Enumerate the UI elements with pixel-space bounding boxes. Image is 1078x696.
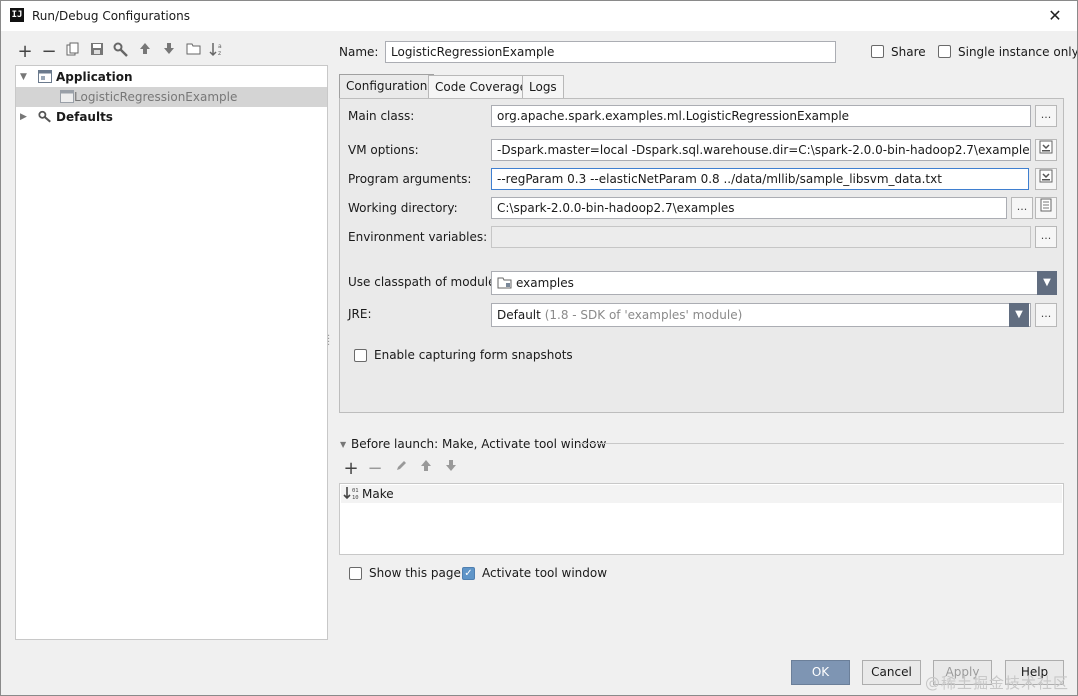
tree-label-defaults: Defaults: [56, 110, 113, 124]
configurations-tree[interactable]: ▼ Application LogisticRegressionExample …: [15, 65, 328, 640]
environment-variables-label: Environment variables:: [348, 230, 488, 244]
jre-value: Default: [497, 308, 541, 322]
snapshots-checkbox[interactable]: [354, 349, 367, 362]
vm-options-label: VM options:: [348, 143, 419, 157]
before-launch-move-up-icon[interactable]: [416, 459, 436, 479]
classpath-module-value: examples: [516, 276, 574, 290]
window-title: Run/Debug Configurations: [32, 9, 190, 23]
move-down-icon[interactable]: [159, 42, 179, 62]
program-arguments-label: Program arguments:: [348, 172, 472, 186]
jre-label: JRE:: [348, 307, 372, 321]
working-directory-browse-button[interactable]: ...: [1011, 197, 1033, 219]
working-directory-label: Working directory:: [348, 201, 458, 215]
program-arguments-field[interactable]: --regParam 0.3 --elasticNetParam 0.8 ../…: [491, 168, 1029, 190]
environment-variables-field[interactable]: [491, 226, 1031, 248]
tab-code-coverage[interactable]: Code Coverage: [428, 75, 535, 98]
share-checkbox[interactable]: [871, 45, 884, 58]
application-icon: [38, 70, 52, 83]
jre-select[interactable]: Default (1.8 - SDK of 'examples' module): [491, 303, 1031, 327]
jre-hint: (1.8 - SDK of 'examples' module): [544, 308, 743, 322]
classpath-module-select[interactable]: examples: [491, 271, 1057, 295]
expanded-arrow-icon[interactable]: ▼: [20, 67, 27, 87]
environment-variables-browse-button[interactable]: ...: [1035, 226, 1057, 248]
copy-icon[interactable]: [63, 42, 83, 62]
svg-text:z: z: [218, 50, 221, 57]
sort-icon[interactable]: az: [207, 42, 227, 62]
main-class-label: Main class:: [348, 109, 415, 123]
main-class-browse-button[interactable]: ...: [1035, 105, 1057, 127]
before-launch-edit-icon[interactable]: [391, 459, 411, 479]
tree-node-defaults[interactable]: ▶ Defaults: [16, 107, 327, 127]
name-label: Name:: [339, 45, 379, 59]
activate-tool-window-label: Activate tool window: [482, 566, 608, 580]
single-instance-label: Single instance only: [958, 45, 1078, 59]
name-field[interactable]: LogisticRegressionExample: [385, 41, 836, 63]
macro-icon[interactable]: [1035, 197, 1057, 219]
show-page-checkbox[interactable]: [349, 567, 362, 580]
make-label: Make: [362, 487, 394, 501]
tab-logs[interactable]: Logs: [522, 75, 564, 98]
single-instance-checkbox[interactable]: [938, 45, 951, 58]
jre-browse-button[interactable]: ...: [1035, 303, 1057, 327]
svg-text:a: a: [218, 43, 222, 50]
tree-node-application[interactable]: ▼ Application: [16, 67, 327, 87]
run-debug-configurations-dialog: IJ Run/Debug Configurations ✕ + − az ▼ A…: [0, 0, 1078, 696]
before-launch-separator: [579, 443, 1064, 444]
add-icon[interactable]: +: [15, 42, 35, 62]
tree-label-config: LogisticRegressionExample: [74, 90, 238, 104]
vm-options-field[interactable]: -Dspark.master=local -Dspark.sql.warehou…: [491, 139, 1031, 161]
before-launch-move-down-icon[interactable]: [441, 459, 461, 479]
svg-text:01: 01: [352, 488, 359, 494]
working-directory-field[interactable]: C:\spark-2.0.0-bin-hadoop2.7\examples: [491, 197, 1007, 219]
tree-label-application: Application: [56, 70, 133, 84]
make-icon: 0110: [343, 487, 359, 501]
application-config-icon: [60, 90, 74, 103]
share-label: Share: [891, 45, 926, 59]
collapsed-arrow-icon[interactable]: ▶: [20, 107, 27, 127]
before-launch-collapse-arrow-icon[interactable]: ▼: [340, 440, 346, 449]
classpath-dropdown-arrow-icon[interactable]: ▼: [1037, 271, 1057, 295]
snapshots-label: Enable capturing form snapshots: [374, 348, 573, 362]
before-launch-add-icon[interactable]: +: [341, 459, 361, 479]
before-launch-title: Before launch: Make, Activate tool windo…: [351, 437, 607, 451]
save-icon[interactable]: [87, 42, 107, 62]
remove-icon[interactable]: −: [39, 42, 59, 62]
watermark: @稀土掘金技术社区: [924, 674, 1069, 692]
show-page-label: Show this page: [369, 566, 461, 580]
jre-dropdown-arrow-icon[interactable]: ▼: [1009, 303, 1029, 327]
close-icon[interactable]: ✕: [1033, 1, 1077, 31]
tab-configuration[interactable]: Configuration: [339, 74, 435, 98]
edit-defaults-icon[interactable]: [111, 42, 131, 62]
wrench-icon: [38, 110, 51, 123]
title-bar: IJ Run/Debug Configurations ✕: [1, 1, 1077, 31]
splitter-handle[interactable]: · · · ·: [327, 332, 330, 351]
cancel-button[interactable]: Cancel: [862, 660, 921, 685]
classpath-module-label: Use classpath of module:: [348, 275, 500, 289]
before-launch-list[interactable]: 01 10 Make: [339, 483, 1064, 555]
before-launch-remove-icon[interactable]: −: [365, 459, 385, 479]
ok-button[interactable]: OK: [791, 660, 850, 685]
vm-options-expand-icon[interactable]: [1035, 139, 1057, 161]
program-arguments-expand-icon[interactable]: [1035, 168, 1057, 190]
module-folder-icon: [497, 277, 512, 289]
folder-icon[interactable]: [183, 42, 203, 62]
move-up-icon[interactable]: [135, 42, 155, 62]
tree-node-logistic-regression-example[interactable]: LogisticRegressionExample: [16, 87, 327, 107]
list-item[interactable]: 01 10 Make: [341, 485, 1062, 503]
activate-tool-window-checkbox[interactable]: ✓: [462, 567, 475, 580]
intellij-app-icon: IJ: [10, 8, 24, 22]
svg-text:10: 10: [352, 495, 359, 501]
main-class-field[interactable]: org.apache.spark.examples.ml.LogisticReg…: [491, 105, 1031, 127]
